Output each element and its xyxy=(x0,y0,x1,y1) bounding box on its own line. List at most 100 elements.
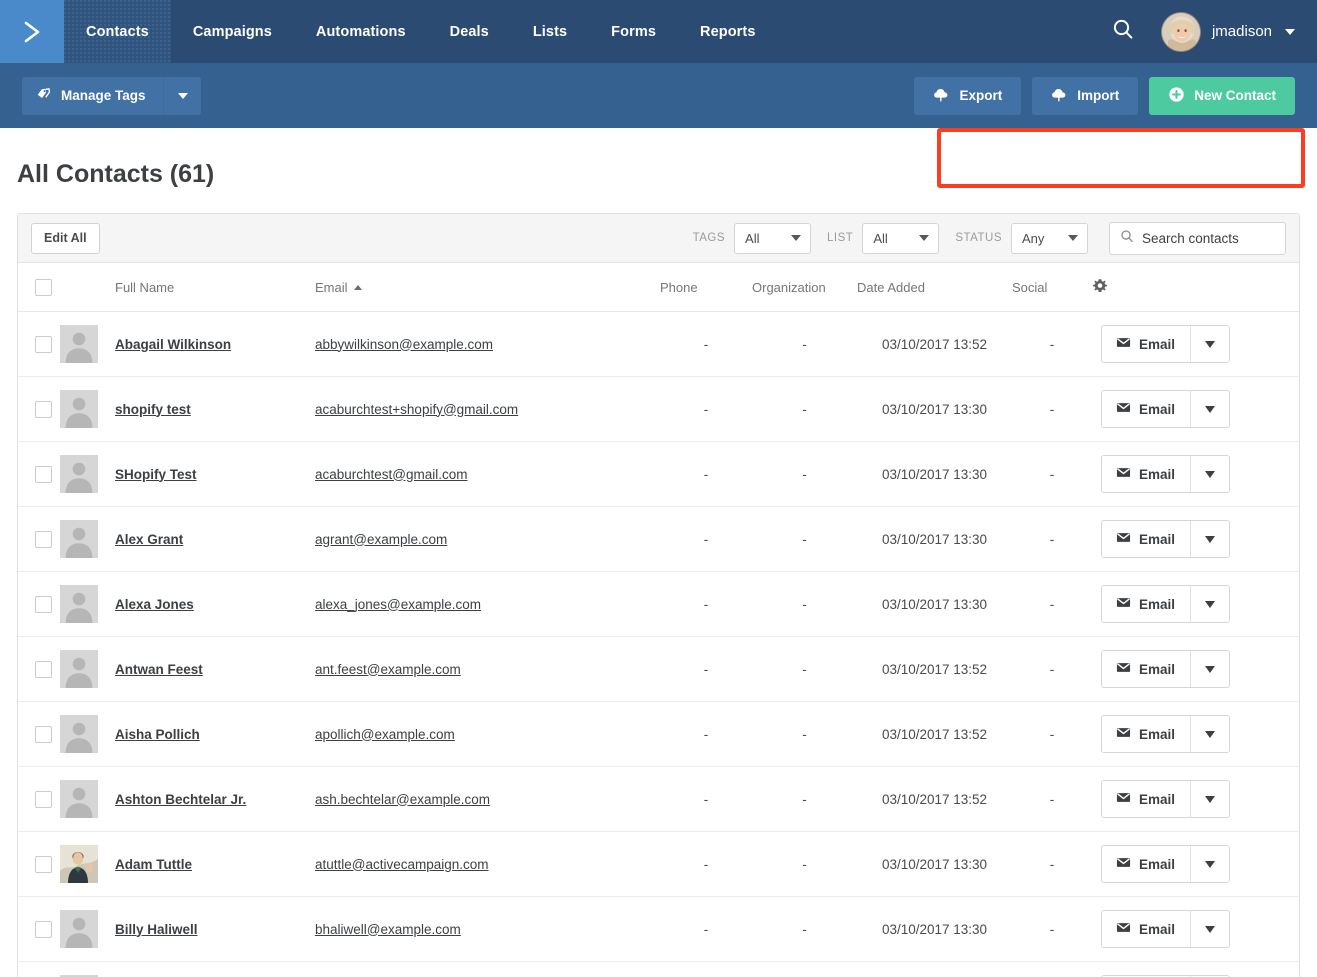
row-checkbox[interactable] xyxy=(35,595,52,613)
nav-label: Campaigns xyxy=(192,23,272,40)
nav-label: Reports xyxy=(700,23,756,40)
contact-email-link[interactable]: atuttle@activecampaign.com xyxy=(315,857,489,872)
search-contacts-box[interactable] xyxy=(1109,221,1286,255)
table-header-row: Full Name Email Phone Organization Date … xyxy=(18,263,1299,312)
nav-item-contacts[interactable]: Contacts xyxy=(64,0,171,63)
nav-label: Automations xyxy=(315,23,406,40)
nav-item-campaigns[interactable]: Campaigns xyxy=(171,0,294,63)
row-avatar-cell xyxy=(60,701,115,767)
row-name-cell: SHopify Test xyxy=(115,441,315,507)
select-all-checkbox[interactable] xyxy=(35,279,52,296)
organization-header[interactable]: Organization xyxy=(752,263,857,312)
phone-header[interactable]: Phone xyxy=(660,263,752,312)
row-email-button[interactable]: Email xyxy=(1102,911,1191,947)
social-header[interactable]: Social xyxy=(1012,263,1092,312)
row-phone-cell: - xyxy=(660,701,752,767)
tags-filter-select[interactable]: All xyxy=(734,222,812,254)
row-email-button[interactable]: Email xyxy=(1102,326,1191,362)
list-filter-select[interactable]: All xyxy=(862,222,940,254)
import-button[interactable]: Import xyxy=(1032,76,1139,115)
row-actions-dropdown-toggle[interactable] xyxy=(1190,846,1230,882)
contact-name-link[interactable]: Billy Haliwell xyxy=(115,922,198,937)
contact-name-link[interactable]: Alexa Jones xyxy=(115,597,194,612)
contact-name-link[interactable]: Antwan Feest xyxy=(115,662,203,677)
row-checkbox[interactable] xyxy=(35,400,52,418)
email-header[interactable]: Email xyxy=(315,263,660,312)
row-checkbox[interactable] xyxy=(35,920,52,938)
row-actions-dropdown-toggle[interactable] xyxy=(1190,586,1230,622)
row-email-button[interactable]: Email xyxy=(1102,716,1191,752)
row-email-button[interactable]: Email xyxy=(1102,456,1191,492)
row-select-cell xyxy=(18,701,60,767)
row-select-cell xyxy=(18,311,60,377)
row-actions-dropdown-toggle[interactable] xyxy=(1190,716,1230,752)
chevron-down-icon xyxy=(1205,925,1216,933)
row-email-button[interactable]: Email xyxy=(1102,651,1191,687)
contact-avatar xyxy=(60,715,115,753)
contact-email-link[interactable]: ash.bechtelar@example.com xyxy=(315,792,490,807)
contact-email-link[interactable]: alexa_jones@example.com xyxy=(315,597,481,612)
row-checkbox[interactable] xyxy=(35,725,52,743)
nav-item-reports[interactable]: Reports xyxy=(678,0,778,63)
row-email-button[interactable]: Email xyxy=(1102,781,1191,817)
nav-item-automations[interactable]: Automations xyxy=(294,0,428,63)
contacts-table-body: Abagail Wilkinson abbywilkinson@example.c… xyxy=(18,311,1299,977)
contact-email-link[interactable]: acaburchtest+shopify@gmail.com xyxy=(315,402,518,417)
table-row: Ashton Bechtelar Jr. ash.bechtelar@exampl… xyxy=(18,766,1299,832)
row-checkbox[interactable] xyxy=(35,660,52,678)
full-name-header[interactable]: Full Name xyxy=(115,263,315,312)
row-checkbox[interactable] xyxy=(35,335,52,353)
manage-tags-dropdown-toggle[interactable] xyxy=(162,76,201,115)
contact-email-link[interactable]: abbywilkinson@example.com xyxy=(315,337,493,352)
row-actions-dropdown-toggle[interactable] xyxy=(1190,326,1230,362)
contact-name-link[interactable]: shopify test xyxy=(115,402,191,417)
row-actions-dropdown-toggle[interactable] xyxy=(1190,521,1230,557)
contact-email-link[interactable]: agrant@example.com xyxy=(315,532,447,547)
contact-email-link[interactable]: bhaliwell@example.com xyxy=(315,922,461,937)
row-phone-cell: - xyxy=(660,896,752,962)
nav-item-lists[interactable]: Lists xyxy=(511,0,589,63)
row-checkbox[interactable] xyxy=(35,530,52,548)
row-avatar-cell xyxy=(60,571,115,637)
new-contact-button[interactable]: New Contact xyxy=(1149,76,1295,115)
row-actions-dropdown-toggle[interactable] xyxy=(1190,456,1230,492)
contact-email-link[interactable]: apollich@example.com xyxy=(315,727,455,742)
nav-item-forms[interactable]: Forms xyxy=(589,0,678,63)
row-avatar-cell xyxy=(60,896,115,962)
contact-email-link[interactable]: ant.feest@example.com xyxy=(315,662,461,677)
edit-all-button[interactable]: Edit All xyxy=(31,222,100,254)
row-email-button-label: Email xyxy=(1139,466,1176,482)
gear-icon[interactable] xyxy=(1092,279,1108,297)
envelope-icon xyxy=(1116,790,1131,808)
search-input[interactable] xyxy=(1142,230,1275,246)
global-search-button[interactable] xyxy=(1101,10,1145,54)
row-email-button[interactable]: Email xyxy=(1102,521,1191,557)
status-filter-select[interactable]: Any xyxy=(1011,222,1088,254)
row-actions-dropdown-toggle[interactable] xyxy=(1190,651,1230,687)
row-actions-dropdown-toggle[interactable] xyxy=(1190,781,1230,817)
row-email-button[interactable]: Email xyxy=(1102,586,1191,622)
nav-item-deals[interactable]: Deals xyxy=(428,0,511,63)
contact-name-link[interactable]: SHopify Test xyxy=(115,467,197,482)
avatar xyxy=(1160,11,1201,52)
contact-name-link[interactable]: Ashton Bechtelar Jr. xyxy=(115,792,246,807)
export-button[interactable]: Export xyxy=(914,76,1022,115)
contact-name-link[interactable]: Aisha Pollich xyxy=(115,727,200,742)
app-logo[interactable] xyxy=(0,0,64,63)
contact-email-link[interactable]: acaburchtest@gmail.com xyxy=(315,467,468,482)
nav-right-cluster: jmadison xyxy=(1101,0,1317,63)
row-checkbox[interactable] xyxy=(35,790,52,808)
row-checkbox[interactable] xyxy=(35,855,52,873)
user-menu[interactable]: jmadison xyxy=(1160,11,1295,52)
date-added-header[interactable]: Date Added xyxy=(857,263,1012,312)
row-email-button[interactable]: Email xyxy=(1102,391,1191,427)
contact-name-link[interactable]: Adam Tuttle xyxy=(115,857,192,872)
row-actions-dropdown-toggle[interactable] xyxy=(1190,911,1230,947)
row-actions-dropdown-toggle[interactable] xyxy=(1190,391,1230,427)
contact-name-link[interactable]: Abagail Wilkinson xyxy=(115,337,231,352)
row-email-button[interactable]: Email xyxy=(1102,846,1191,882)
row-checkbox[interactable] xyxy=(35,465,52,483)
contact-name-link[interactable]: Alex Grant xyxy=(115,532,183,547)
manage-tags-button[interactable]: Manage Tags xyxy=(22,76,163,115)
row-email-button-label: Email xyxy=(1139,531,1176,547)
